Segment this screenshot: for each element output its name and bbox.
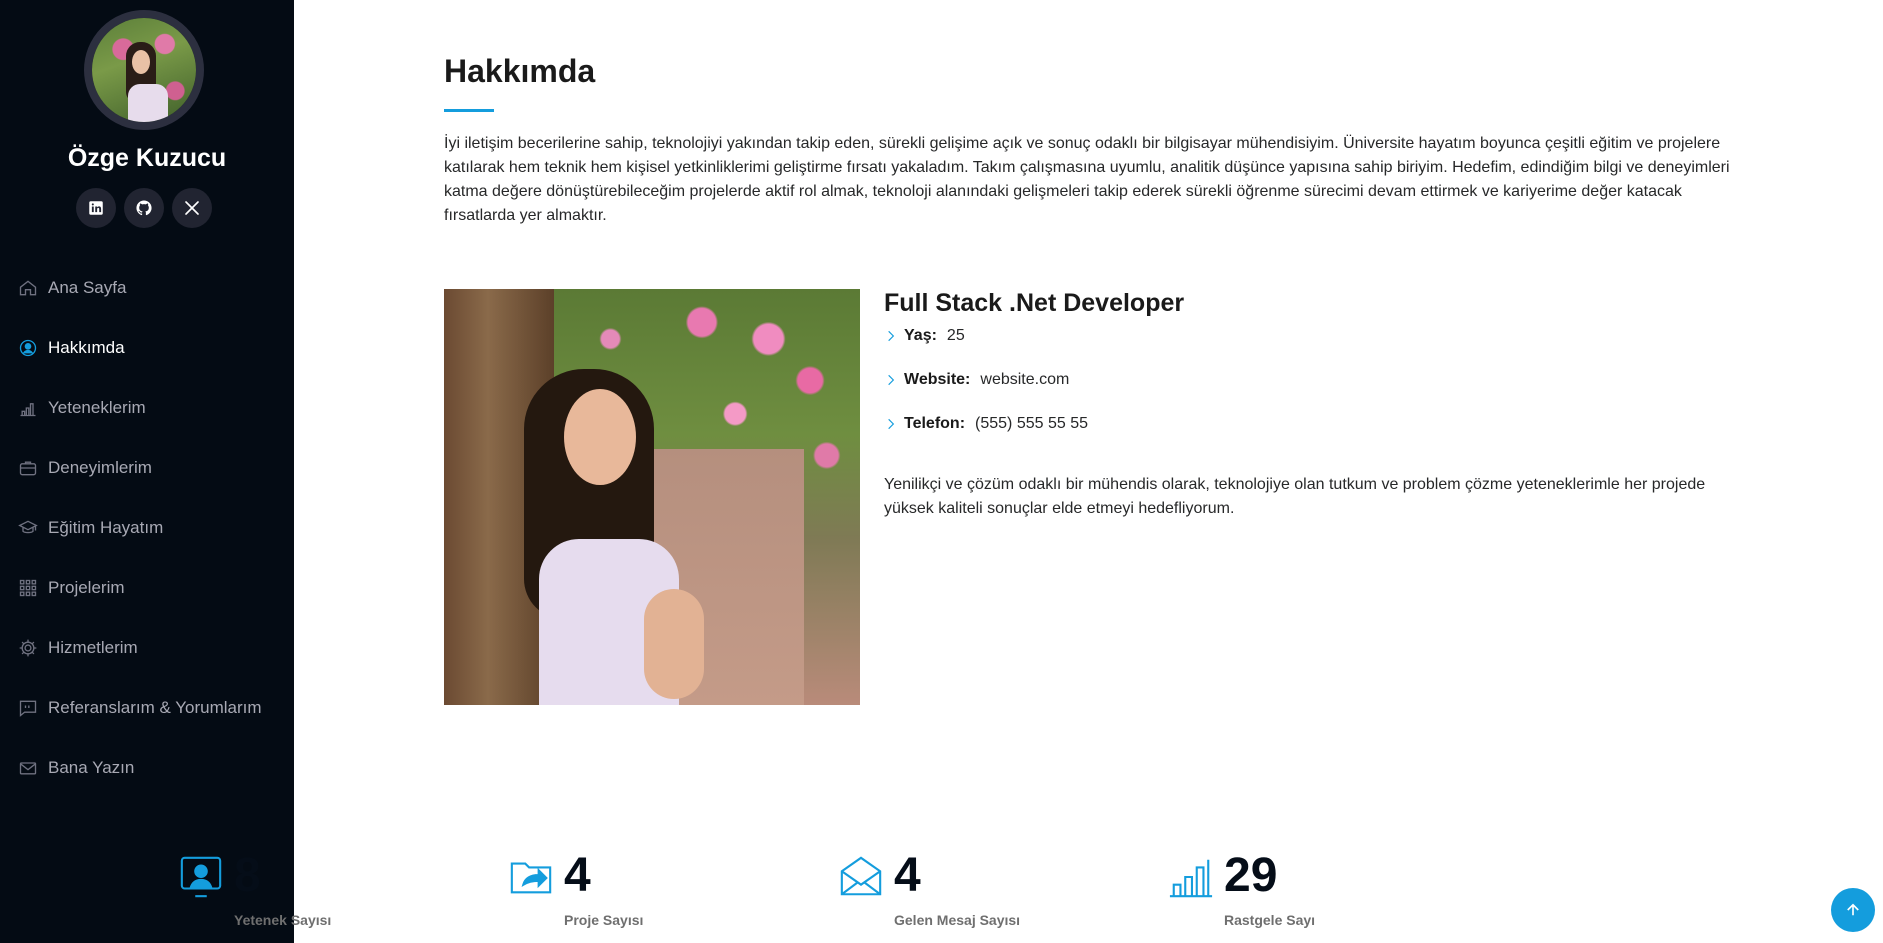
nav-label: Hizmetlerim [48,638,138,657]
envelope-open-icon [840,856,882,896]
x-twitter-icon [185,201,199,215]
about-intro: İyi iletişim becerilerine sahip, teknolo… [444,135,1730,224]
role-title: Full Stack .Net Developer [884,289,1185,317]
nav-label: Referanslarım & Yorumlarım [48,698,262,717]
stat-label: Gelen Mesaj Sayısı [894,912,1021,928]
fact-value: 25 [946,327,965,344]
social-links [76,188,212,228]
nav-item-referanslarim[interactable]: Referanslarım & Yorumlarım [18,678,262,738]
fact-website: Website: website.com [884,369,1088,391]
user-screen-icon [180,856,222,898]
nav-label: Hakkımda [48,338,125,357]
home-icon [19,280,37,296]
nav-item-hakkimda[interactable]: Hakkımda [18,318,262,378]
section-title: Hakkımda [444,53,596,89]
fact-phone: Telefon: (555) 555 55 55 [884,413,1088,435]
profile-name: Özge Kuzucu [67,144,227,172]
user-icon [19,339,37,357]
github-link[interactable] [124,188,164,228]
stat-value: 4 [564,849,591,902]
folder-share-icon [510,862,552,894]
stat-label: Proje Sayısı [564,912,644,928]
stat-messages: 4 Gelen Mesaj Sayısı [838,848,1168,943]
main-content: Hakkımda İyi iletişim becerilerine sahip… [294,0,1883,943]
quote-chat-icon [19,700,37,717]
nav-label: Yeteneklerim [48,398,146,417]
nav-item-hizmetlerim[interactable]: Hizmetlerim [18,618,262,678]
nav-label: Eğitim Hayatım [48,518,164,537]
sidebar-nav: Ana Sayfa Hakkımda Yeteneklerim Deneyiml… [18,258,262,798]
stat-label: Yetenek Sayısı [234,912,332,928]
gear-icon [19,639,37,657]
profile-photo [444,289,860,705]
linkedin-link[interactable] [76,188,116,228]
nav-label: Ana Sayfa [48,278,127,297]
nav-item-yeteneklerim[interactable]: Yeteneklerim [18,378,262,438]
fact-age: Yaş: 25 [884,325,1088,347]
bar-chart-icon [1169,859,1213,898]
nav-item-deneyimlerim[interactable]: Deneyimlerim [18,438,262,498]
stat-value: 4 [894,849,921,902]
github-icon [136,200,152,216]
nav-item-egitim-hayatim[interactable]: Eğitim Hayatım [18,498,262,558]
title-underline [444,109,494,112]
stat-value: 8 [234,849,261,902]
about-summary: Yenilikçi ve çözüm odaklı bir mühendis o… [884,476,1706,517]
nav-label: Deneyimlerim [48,458,152,477]
chevron-right-icon [888,418,895,430]
graduation-cap-icon [18,520,38,534]
nav-item-bana-yazin[interactable]: Bana Yazın [18,738,262,798]
nav-label: Projelerim [48,578,125,597]
fact-value: website.com [980,371,1070,388]
nav-item-ana-sayfa[interactable]: Ana Sayfa [18,258,262,318]
chevron-right-icon [888,374,895,386]
envelope-icon [19,762,37,775]
arrow-up-icon [1847,903,1859,916]
stat-skills: 8 Yetenek Sayısı [178,848,508,943]
fact-label: Telefon: [904,415,966,432]
briefcase-icon [19,461,37,476]
x-twitter-link[interactable] [172,188,212,228]
stat-random: 29 Rastgele Sayı [1168,848,1498,943]
profile-avatar [84,10,204,130]
back-to-top-button[interactable] [1831,888,1875,932]
stat-value: 29 [1224,849,1278,902]
sidebar: Özge Kuzucu Ana Sayfa Hakkımda Yetenekle… [0,0,294,943]
linkedin-icon [89,201,103,215]
stats-row: 8 Yetenek Sayısı 4 Proje Sayısı 4 Gelen … [178,848,1498,943]
personal-facts: Yaş: 25 Website: website.com Telefon: (5… [884,325,1088,457]
bar-chart-icon [20,403,36,417]
grid-icon [19,579,37,597]
chevron-right-icon [888,330,895,342]
fact-label: Website: [904,371,971,388]
stat-label: Rastgele Sayı [1224,912,1316,928]
nav-item-projelerim[interactable]: Projelerim [18,558,262,618]
fact-value: (555) 555 55 55 [975,415,1089,432]
stat-projects: 4 Proje Sayısı [508,848,838,943]
nav-label: Bana Yazın [48,758,135,777]
fact-label: Yaş: [904,327,937,344]
